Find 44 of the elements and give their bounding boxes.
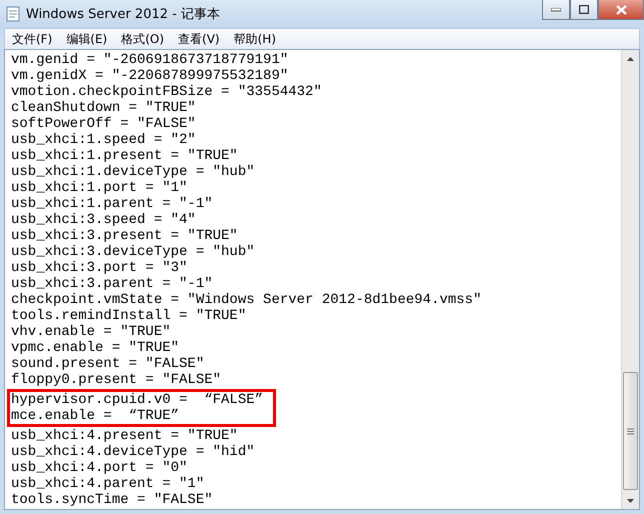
menu-item[interactable]: 帮助(H): [226, 30, 283, 48]
text-line: vm.genidX = "-220687899975532189": [11, 68, 290, 84]
text-line: usb_xhci:4.present = "TRUE": [11, 428, 239, 444]
text-line: cleanShutdown = "TRUE": [11, 100, 197, 116]
text-line: usb_xhci:4.parent = "1": [11, 476, 206, 492]
close-button[interactable]: [598, 0, 644, 20]
window-title: Windows Server 2012 - 记事本: [26, 6, 221, 23]
text-line: vmotion.checkpointFBSize = "33554432": [11, 84, 323, 100]
text-line: usb_xhci:1.parent = "-1": [11, 196, 214, 212]
scroll-thumb[interactable]: [623, 372, 638, 490]
close-icon: [616, 4, 626, 14]
scrollbar[interactable]: [621, 50, 639, 509]
menu-item[interactable]: 编辑(E): [59, 30, 114, 48]
menu-item[interactable]: 文件(F): [5, 30, 60, 48]
text-line: usb_xhci:3.present = "TRUE": [11, 228, 239, 244]
text-line: vpmc.enable = "TRUE": [11, 340, 180, 356]
text-line: usb_xhci:3.port = "3": [11, 260, 188, 276]
text-line: vm.genid = "-2606918673718779191": [11, 52, 290, 68]
maximize-button[interactable]: [570, 0, 598, 20]
text-line: usb_xhci:4.port = "0": [11, 460, 188, 476]
text-line: checkpoint.vmState = "Windows Server 2012-8d1bee94.vmss": [11, 292, 482, 308]
text-line: tools.remindInstall = "TRUE": [11, 308, 248, 324]
minimize-icon: [551, 8, 561, 12]
text-line: usb_xhci:3.deviceType = "hub": [11, 244, 256, 260]
minimize-button[interactable]: [542, 0, 570, 20]
text-line: hypervisor.cpuid.v0 = “FALSE”: [11, 392, 264, 408]
notepad-icon: [6, 6, 20, 22]
text-area[interactable]: [4, 49, 640, 510]
menu-item[interactable]: 查看(V): [171, 30, 227, 48]
text-line: sound.present = "FALSE": [11, 356, 206, 372]
text-line: tools.syncTime = "FALSE": [11, 492, 214, 508]
text-line: usb_xhci:1.deviceType = "hub": [11, 164, 256, 180]
text-line: usb_xhci:3.parent = "-1": [11, 276, 214, 292]
text-line: mce.enable = “TRUE”: [11, 408, 180, 424]
text-line: usb_xhci:1.speed = "2": [11, 132, 197, 148]
text-line: softPowerOff = "FALSE": [11, 116, 197, 132]
text-line: usb_xhci:4.deviceType = "hid": [11, 444, 256, 460]
text-line: usb_xhci:1.present = "TRUE": [11, 148, 239, 164]
text-line: usb_xhci:3.speed = "4": [11, 212, 197, 228]
text-line: usb_xhci:1.port = "1": [11, 180, 188, 196]
text-line: floppy0.present = "FALSE": [11, 372, 222, 388]
menu-item[interactable]: 格式(O): [114, 30, 172, 48]
text-line: vhv.enable = "TRUE": [11, 324, 172, 340]
maximize-icon: [579, 5, 589, 14]
